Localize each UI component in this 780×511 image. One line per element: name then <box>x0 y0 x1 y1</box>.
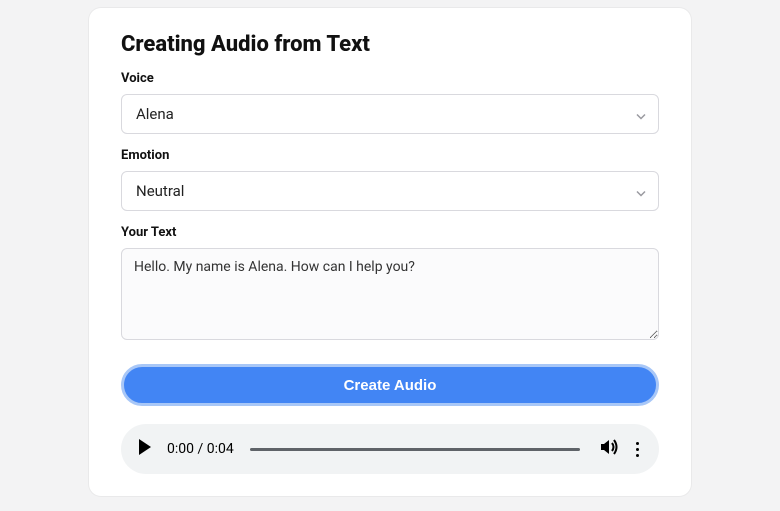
chevron-down-icon <box>636 182 646 201</box>
emotion-field: Emotion Neutral <box>121 148 659 211</box>
chevron-down-icon <box>636 105 646 124</box>
volume-icon[interactable] <box>600 438 620 460</box>
more-options-icon[interactable] <box>632 438 643 461</box>
text-field: Your Text <box>121 225 659 344</box>
page-title: Creating Audio from Text <box>121 32 659 57</box>
emotion-select[interactable]: Neutral <box>121 171 659 211</box>
text-label: Your Text <box>121 225 659 240</box>
voice-label: Voice <box>121 71 659 86</box>
player-time: 0:00 / 0:04 <box>167 441 234 457</box>
create-audio-button[interactable]: Create Audio <box>121 364 659 406</box>
emotion-label: Emotion <box>121 148 659 163</box>
emotion-selected-value: Neutral <box>136 182 184 200</box>
play-icon[interactable] <box>137 438 153 460</box>
voice-select[interactable]: Alena <box>121 94 659 134</box>
progress-slider[interactable] <box>250 448 580 451</box>
audio-form-card: Creating Audio from Text Voice Alena Emo… <box>89 8 691 496</box>
voice-field: Voice Alena <box>121 71 659 134</box>
text-input[interactable] <box>121 248 659 340</box>
audio-player: 0:00 / 0:04 <box>121 424 659 474</box>
voice-selected-value: Alena <box>136 105 174 123</box>
